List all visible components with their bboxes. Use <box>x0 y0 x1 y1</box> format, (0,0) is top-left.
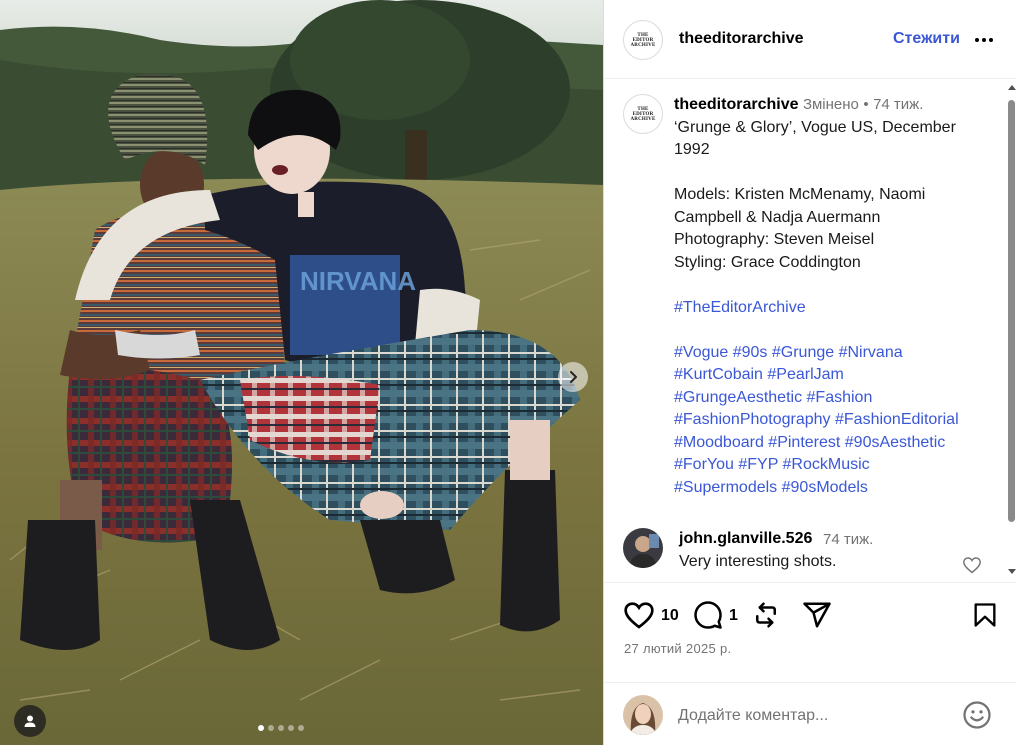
comments-scroll-area[interactable]: THE EDITOR ARCHIVE theeditorarchive Змін… <box>604 80 1004 582</box>
caption-line: Campbell & Nadja Auermann <box>674 208 881 226</box>
scroll-thumb[interactable] <box>1008 100 1015 522</box>
post-side-panel: THE EDITOR ARCHIVE theeditorarchive Стеж… <box>603 0 1016 745</box>
share-button[interactable] <box>801 600 833 635</box>
commenter-avatar-image <box>623 528 663 568</box>
comments-scrollbar[interactable] <box>1005 82 1016 580</box>
comment-item: john.glanville.526 74 тиж. Very interest… <box>623 528 993 574</box>
author-avatar[interactable]: THE EDITOR ARCHIVE <box>623 20 663 60</box>
hashtag-link[interactable]: #KurtCobain #PearlJam <box>674 364 986 387</box>
post-photo[interactable]: NIRVANA <box>0 0 603 745</box>
user-tags-button[interactable] <box>14 705 46 737</box>
hashtag-link[interactable]: #Supermodels #90sModels <box>674 477 986 500</box>
hashtag-link[interactable]: #Moodboard #Pinterest #90sAesthetic <box>674 432 986 455</box>
caption-line: 1992 <box>674 141 710 158</box>
hashtag-link[interactable]: #TheEditorArchive <box>674 297 986 320</box>
carousel-dot <box>298 725 304 731</box>
send-icon <box>803 602 831 628</box>
more-dots-icon <box>975 38 979 42</box>
post-date[interactable]: 27 лютий 2025 р. <box>624 641 731 656</box>
post-time[interactable]: 74 тиж. <box>873 96 923 113</box>
commenter-avatar[interactable] <box>623 528 663 568</box>
carousel-dot <box>288 725 294 731</box>
heart-icon <box>624 602 654 629</box>
hashtag-link[interactable]: #GrungeAesthetic #Fashion <box>674 387 986 410</box>
svg-text:NIRVANA: NIRVANA <box>300 266 416 296</box>
current-user-avatar <box>623 695 663 735</box>
photo-image: NIRVANA <box>0 0 603 745</box>
author-username-link[interactable]: theeditorarchive <box>679 30 803 48</box>
meta-separator: • <box>863 96 869 113</box>
bookmark-icon <box>974 603 996 627</box>
post-header: THE EDITOR ARCHIVE theeditorarchive Стеж… <box>604 0 1016 79</box>
carousel-dot <box>278 725 284 731</box>
comment-count[interactable]: 1 <box>729 607 738 625</box>
follow-button[interactable]: Стежити <box>893 30 960 48</box>
caption-line: ‘Grunge & Glory’, Vogue US, December <box>674 118 956 136</box>
caption-line: Photography: Steven Meisel <box>674 231 875 248</box>
comment-input[interactable] <box>678 703 948 729</box>
save-button[interactable] <box>971 600 999 635</box>
carousel-dot <box>268 725 274 731</box>
heart-icon <box>963 557 981 574</box>
repost-button[interactable] <box>750 600 782 635</box>
hashtag-link[interactable]: #Vogue #90s #Grunge #Nirvana <box>674 342 986 365</box>
like-button[interactable] <box>623 600 655 635</box>
post-actions-bar: 10 1 27 лютий 2025 р. <box>604 582 1016 682</box>
scroll-up-arrow[interactable] <box>1008 85 1016 90</box>
caption-author-avatar[interactable]: THE EDITOR ARCHIVE <box>623 94 663 134</box>
comment-like-button[interactable] <box>962 556 982 579</box>
more-dots-icon <box>989 38 993 42</box>
hashtag-link[interactable]: #FashionPhotography #FashionEditorial <box>674 409 986 432</box>
comment-time[interactable]: 74 тиж. <box>823 531 873 548</box>
caption-line: Models: Kristen McMenamy, Naomi <box>674 186 926 203</box>
comment-text: Very interesting shots. <box>679 553 837 570</box>
like-count[interactable]: 10 <box>661 607 679 625</box>
caption-username-link[interactable]: theeditorarchive <box>674 96 798 113</box>
avatar-logo-text: ARCHIVE <box>630 42 656 48</box>
caption-line: Styling: Grace Coddington <box>674 253 861 271</box>
post-caption: theeditorarchive Змінено • 74 тиж. ‘Grun… <box>674 94 986 499</box>
more-dots-icon <box>982 38 986 42</box>
comment-composer <box>604 682 1016 745</box>
emoji-icon <box>963 701 991 729</box>
carousel-dot <box>258 725 264 731</box>
chevron-right-icon <box>570 371 577 383</box>
comment-icon <box>694 601 722 629</box>
user-tag-icon <box>24 715 36 727</box>
emoji-button[interactable] <box>962 700 992 735</box>
carousel-next-button[interactable] <box>558 362 588 392</box>
hashtag-link[interactable]: #ForYou #FYP #RockMusic <box>674 454 986 477</box>
carousel-indicator <box>258 725 304 731</box>
avatar-logo-text: ARCHIVE <box>630 116 656 122</box>
scroll-down-arrow[interactable] <box>1008 569 1016 574</box>
repost-icon <box>756 602 776 628</box>
edited-label: Змінено <box>802 96 859 113</box>
current-user-avatar-image <box>623 695 663 735</box>
more-options-button[interactable] <box>975 38 993 42</box>
comment-button[interactable] <box>692 600 724 635</box>
commenter-username-link[interactable]: john.glanville.526 <box>679 530 812 548</box>
